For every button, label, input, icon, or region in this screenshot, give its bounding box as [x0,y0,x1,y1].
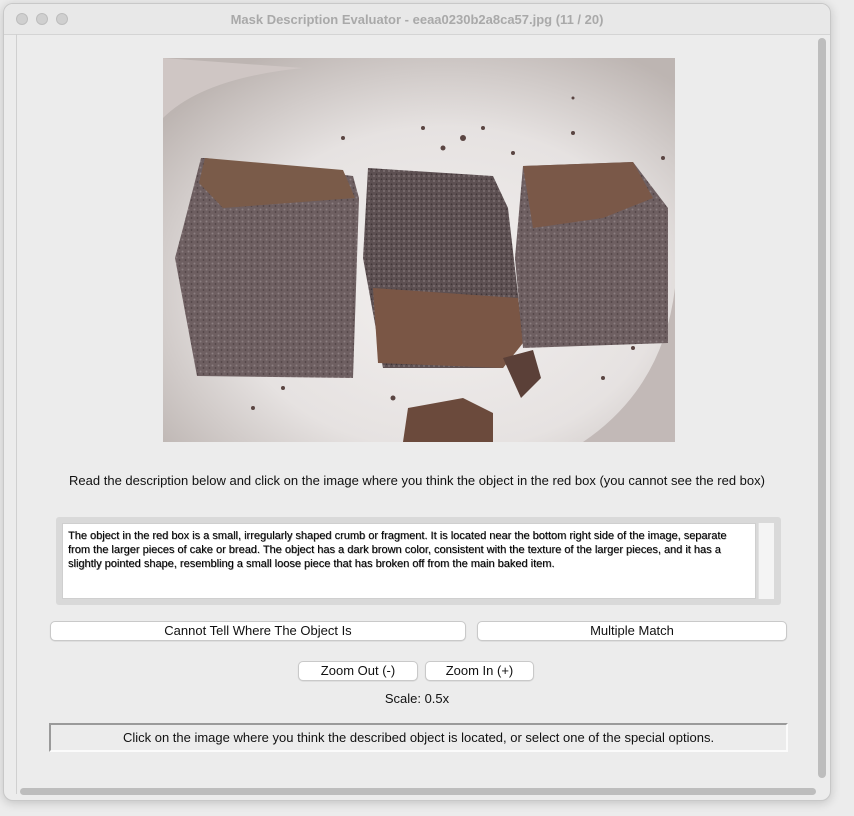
app-window: Mask Description Evaluator - eeaa0230b2a… [3,3,831,801]
window-title: Mask Description Evaluator - eeaa0230b2a… [230,12,604,27]
vertical-scrollbar[interactable] [816,36,828,780]
description-frame: The object in the red box is a small, ir… [56,517,781,605]
horizontal-scrollbar[interactable] [18,785,818,797]
description-textbox[interactable]: The object in the red box is a small, ir… [62,523,756,599]
zoom-out-button[interactable]: Zoom Out (-) [298,661,418,681]
status-bar: Click on the image where you think the d… [49,723,788,752]
instruction-text: Read the description below and click on … [69,473,765,488]
vertical-scroll-thumb[interactable] [818,38,826,778]
title-bar: Mask Description Evaluator - eeaa0230b2a… [4,4,830,35]
description-scrollbar[interactable] [758,523,774,599]
scale-label: Scale: 0.5x [384,691,450,706]
evaluation-image[interactable] [163,58,675,442]
brownie-photo-graphic [163,58,675,442]
zoom-in-button[interactable]: Zoom In (+) [425,661,534,681]
multiple-match-button[interactable]: Multiple Match [477,621,787,641]
horizontal-scroll-thumb[interactable] [20,788,816,795]
cannot-tell-button[interactable]: Cannot Tell Where The Object Is [50,621,466,641]
